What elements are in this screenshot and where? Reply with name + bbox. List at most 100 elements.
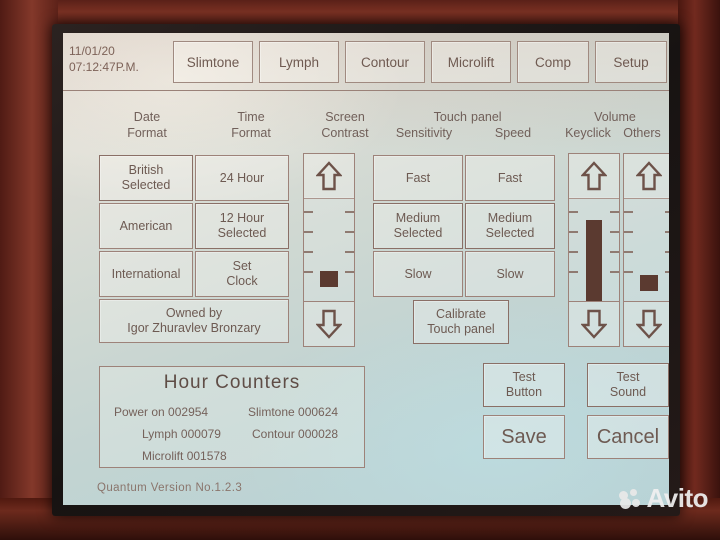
screen-contrast-slider[interactable]: [303, 153, 355, 347]
header-screen-contrast: Screen Contrast: [301, 109, 389, 142]
header-time-format: Time Format: [203, 109, 299, 142]
sensitivity-medium-button[interactable]: Medium Selected: [373, 203, 463, 249]
header-time-format-line1: Time: [237, 110, 265, 124]
version-label: Quantum Version No.1.2.3: [97, 482, 243, 494]
owner-banner: Owned by Igor Zhuravlev Bronzary: [99, 299, 289, 343]
header-date-format-line2: Format: [127, 126, 167, 141]
set-clock-label-line2: Clock: [226, 274, 258, 288]
owner-banner-line2: Igor Zhuravlev Bronzary: [127, 321, 261, 335]
counter-power-on-label: Power on: [114, 405, 165, 419]
set-clock-button[interactable]: Set Clock: [195, 251, 289, 297]
header-date-format: Date Format: [97, 109, 197, 142]
test-button-line2: Button: [505, 385, 543, 399]
header-keyclick-label: Keyclick: [565, 126, 611, 140]
header-panel-line1: panel: [471, 110, 502, 124]
tab-contour-label: Contour: [360, 54, 410, 70]
sensitivity-medium-state: Selected: [393, 226, 443, 240]
date-format-international-label: International: [111, 266, 181, 281]
save-button-label: Save: [501, 426, 547, 448]
test-sound-line1: Test: [616, 370, 640, 384]
save-button[interactable]: Save: [483, 415, 565, 459]
header-panel-line2: Speed: [494, 126, 532, 141]
header-touch-line2: Sensitivity: [395, 126, 453, 141]
volume-others-slider[interactable]: [623, 153, 669, 347]
tab-comp-label: Comp: [534, 54, 571, 70]
hour-counters-title: Hour Counters: [163, 372, 301, 393]
counter-contour-value: 000028: [298, 427, 339, 441]
counter-contour-label: Contour: [252, 427, 295, 441]
others-down-arrow-icon[interactable]: [623, 301, 669, 347]
tab-lymph[interactable]: Lymph: [259, 41, 339, 83]
others-level-indicator: [640, 275, 658, 291]
others-track[interactable]: [623, 197, 669, 301]
cancel-button[interactable]: Cancel: [587, 415, 669, 459]
header-others: Others: [617, 125, 667, 141]
calibrate-touch-panel-button[interactable]: Calibrate Touch panel: [413, 300, 509, 344]
keyclick-up-arrow-icon[interactable]: [568, 153, 620, 199]
test-button-button[interactable]: Test Button: [483, 363, 565, 407]
tab-slimtone-label: Slimtone: [186, 54, 240, 70]
sensitivity-fast-label: Fast: [405, 170, 431, 185]
date-format-american-button[interactable]: American: [99, 203, 193, 249]
header-volume: Volume: [563, 109, 667, 125]
device-photograph: 11/01/20 07:12:47P.M. Slimtone Lymph Con…: [0, 0, 720, 540]
contrast-down-arrow-icon[interactable]: [303, 301, 355, 347]
tab-lymph-label: Lymph: [278, 54, 320, 70]
counter-slimtone-label: Slimtone: [248, 405, 295, 419]
header-keyclick: Keyclick: [559, 125, 617, 141]
counter-contour: Contour 000028: [252, 427, 338, 441]
header-time-format-line2: Format: [231, 126, 271, 141]
header-panel-speed: panel Speed: [469, 109, 557, 142]
test-sound-button[interactable]: Test Sound: [587, 363, 669, 407]
sensitivity-slow-button[interactable]: Slow: [373, 251, 463, 297]
avito-watermark-text: Avito: [646, 483, 708, 513]
time-format-12hour-button[interactable]: 12 Hour Selected: [195, 203, 289, 249]
speed-fast-label: Fast: [497, 170, 523, 185]
speed-fast-button[interactable]: Fast: [465, 155, 555, 201]
test-sound-line2: Sound: [609, 385, 647, 399]
volume-keyclick-slider[interactable]: [568, 153, 620, 347]
set-clock-label-line1: Set: [232, 259, 252, 273]
keyclick-level-indicator: [586, 220, 602, 301]
time-format-24hour-button[interactable]: 24 Hour: [195, 155, 289, 201]
tab-comp[interactable]: Comp: [517, 41, 589, 83]
counter-microlift: Microlift 001578: [142, 449, 227, 463]
sensitivity-fast-button[interactable]: Fast: [373, 155, 463, 201]
status-datetime: 11/01/20 07:12:47P.M.: [69, 43, 169, 75]
keyclick-track[interactable]: [568, 197, 620, 301]
header-screen-contrast-line1: Screen: [325, 110, 365, 124]
date-format-international-button[interactable]: International: [99, 251, 193, 297]
header-date-format-line1: Date: [133, 110, 161, 124]
tab-microlift[interactable]: Microlift: [431, 41, 511, 83]
status-time: 07:12:47P.M.: [69, 60, 139, 75]
keyclick-down-arrow-icon[interactable]: [568, 301, 620, 347]
calibrate-label-line1: Calibrate: [435, 307, 487, 321]
device-shell-left: [0, 0, 58, 540]
speed-medium-button[interactable]: Medium Selected: [465, 203, 555, 249]
counter-lymph-value: 000079: [180, 427, 221, 441]
time-format-12hour-state: Selected: [217, 226, 267, 240]
test-button-line1: Test: [512, 370, 536, 384]
counter-power-on-value: 002954: [168, 405, 209, 419]
contrast-up-arrow-icon[interactable]: [303, 153, 355, 199]
header-touch-sensitivity: Touch Sensitivity: [379, 109, 469, 142]
avito-watermark: Avito: [619, 483, 708, 514]
others-up-arrow-icon[interactable]: [623, 153, 669, 199]
speed-slow-button[interactable]: Slow: [465, 251, 555, 297]
owner-banner-line1: Owned by: [165, 306, 223, 320]
counter-lymph: Lymph 000079: [142, 427, 221, 441]
time-format-12hour-label: 12 Hour: [219, 211, 265, 225]
tab-contour[interactable]: Contour: [345, 41, 425, 83]
counter-slimtone-value: 000624: [298, 405, 339, 419]
tab-setup[interactable]: Setup: [595, 41, 667, 83]
contrast-track[interactable]: [303, 197, 355, 301]
header-touch-line1: Touch: [433, 110, 467, 124]
header-volume-line1: Volume: [594, 110, 636, 124]
date-format-british-button[interactable]: British Selected: [99, 155, 193, 201]
header-others-label: Others: [623, 126, 661, 140]
counter-slimtone: Slimtone 000624: [248, 405, 338, 419]
speed-medium-label: Medium: [487, 211, 533, 225]
cancel-button-label: Cancel: [596, 426, 660, 448]
tab-slimtone[interactable]: Slimtone: [173, 41, 253, 83]
date-format-british-label: British: [128, 163, 164, 177]
